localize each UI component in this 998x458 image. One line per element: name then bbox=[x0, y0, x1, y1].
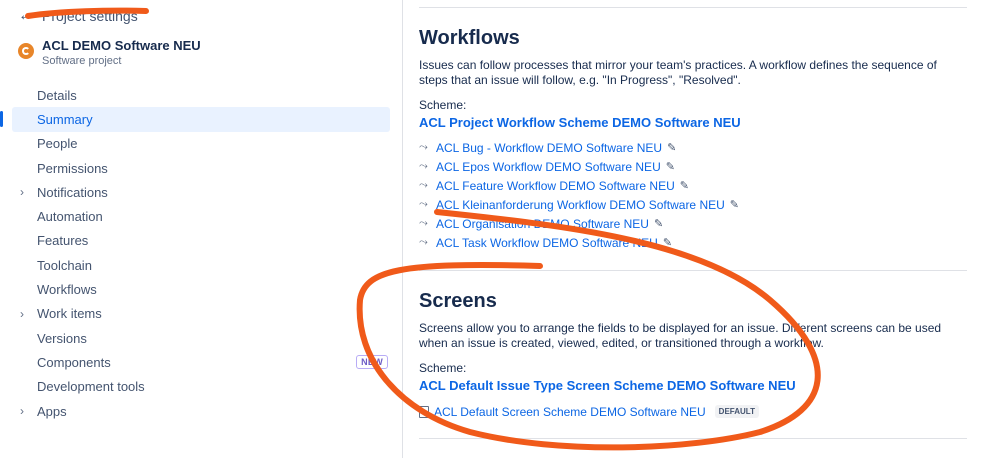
screens-description: Screens allow you to arrange the fields … bbox=[419, 321, 942, 350]
nav-item-permissions[interactable]: Permissions bbox=[0, 156, 402, 180]
workflow-item[interactable]: ⤳ ACL Task Workflow DEMO Software NEU ✎ bbox=[419, 233, 967, 252]
new-badge: NEW bbox=[356, 355, 388, 370]
nav-item-notifications[interactable]: › Notifications bbox=[0, 180, 402, 204]
back-to-project-button[interactable]: ← Project settings bbox=[18, 6, 138, 26]
workflow-icon: ⤳ bbox=[419, 217, 428, 229]
project-avatar bbox=[18, 43, 34, 59]
nav-label: Permissions bbox=[37, 160, 108, 176]
nav-item-components[interactable]: Components NEW bbox=[0, 350, 402, 374]
workflow-item[interactable]: ⤳ ACL Epos Workflow DEMO Software NEU ✎ bbox=[419, 157, 967, 176]
nav-item-details[interactable]: Details bbox=[0, 83, 402, 107]
nav-label: Workflows bbox=[37, 282, 97, 298]
workflow-link[interactable]: ACL Organisation DEMO Software NEU bbox=[436, 217, 649, 231]
workflow-scheme-label: Scheme: bbox=[419, 98, 467, 112]
arrow-left-icon: ← bbox=[18, 7, 34, 24]
nav-item-development-tools[interactable]: Development tools bbox=[0, 375, 402, 399]
workflow-link[interactable]: ACL Kleinanforderung Workflow DEMO Softw… bbox=[436, 198, 725, 212]
project-name: ACL DEMO Software NEU bbox=[42, 38, 201, 53]
screens-title: Screens bbox=[419, 290, 497, 312]
nav-label: Components bbox=[37, 354, 111, 370]
workflow-list: ⤳ ACL Bug - Workflow DEMO Software NEU ✎ ⤳… bbox=[419, 138, 967, 252]
nav-label: Development tools bbox=[37, 379, 145, 395]
workflow-link[interactable]: ACL Feature Workflow DEMO Software NEU bbox=[436, 179, 675, 193]
chevron-right-icon: › bbox=[20, 185, 24, 200]
workflow-item[interactable]: ⤳ ACL Kleinanforderung Workflow DEMO Soft… bbox=[419, 195, 967, 214]
screens-section: Screens Screens allow you to arrange the… bbox=[419, 290, 967, 421]
nav-item-features[interactable]: Features bbox=[0, 229, 402, 253]
screen-link[interactable]: ACL Default Screen Scheme DEMO Software … bbox=[434, 405, 706, 419]
nav-item-workflows[interactable]: Workflows bbox=[0, 277, 402, 301]
workflow-item[interactable]: ⤳ ACL Bug - Workflow DEMO Software NEU ✎ bbox=[419, 138, 967, 157]
nav-label: People bbox=[37, 136, 78, 152]
back-label: Project settings bbox=[42, 8, 138, 24]
edit-icon[interactable]: ✎ bbox=[680, 179, 689, 192]
nav-label: Automation bbox=[37, 209, 103, 225]
nav-label: Summary bbox=[37, 111, 93, 127]
chevron-right-icon: › bbox=[20, 306, 24, 321]
nav-item-people[interactable]: People bbox=[0, 132, 402, 156]
workflow-icon: ⤳ bbox=[419, 179, 428, 191]
workflow-link[interactable]: ACL Epos Workflow DEMO Software NEU bbox=[436, 160, 661, 174]
nav-label: Versions bbox=[37, 330, 87, 346]
screen-item[interactable]: ACL Default Screen Scheme DEMO Software … bbox=[419, 402, 967, 421]
workflow-link[interactable]: ACL Task Workflow DEMO Software NEU bbox=[436, 236, 658, 250]
default-badge: DEFAULT bbox=[714, 405, 759, 418]
sidebar: ← Project settings ACL DEMO Software NEU… bbox=[0, 0, 403, 458]
nav-item-apps[interactable]: › Apps bbox=[0, 399, 402, 423]
nav-label: Toolchain bbox=[37, 257, 92, 273]
edit-icon[interactable]: ✎ bbox=[654, 217, 663, 230]
nav-label: Notifications bbox=[37, 184, 108, 200]
nav-item-summary[interactable]: Summary bbox=[0, 107, 390, 132]
nav-item-work-items[interactable]: › Work items bbox=[0, 302, 402, 326]
workflows-title: Workflows bbox=[419, 27, 520, 49]
workflow-icon: ⤳ bbox=[419, 198, 428, 210]
document-icon bbox=[419, 405, 429, 418]
workflow-item[interactable]: ⤳ ACL Feature Workflow DEMO Software NEU ✎ bbox=[419, 176, 967, 195]
divider bbox=[419, 270, 967, 271]
project-type: Software project bbox=[42, 55, 122, 67]
nav-item-toolchain[interactable]: Toolchain bbox=[0, 253, 402, 277]
workflows-section: Workflows Issues can follow processes th… bbox=[419, 27, 967, 252]
edit-icon[interactable]: ✎ bbox=[663, 236, 672, 249]
workflow-icon: ⤳ bbox=[419, 236, 428, 248]
nav-label: Details bbox=[37, 87, 77, 103]
screen-scheme-link[interactable]: ACL Default Issue Type Screen Scheme DEM… bbox=[419, 378, 967, 393]
settings-nav: Details Summary People Permissions › Noti… bbox=[0, 83, 402, 423]
workflow-link[interactable]: ACL Bug - Workflow DEMO Software NEU bbox=[436, 141, 662, 155]
workflow-scheme-link[interactable]: ACL Project Workflow Scheme DEMO Softwar… bbox=[419, 115, 967, 130]
edit-icon[interactable]: ✎ bbox=[730, 198, 739, 211]
nav-label: Apps bbox=[37, 403, 67, 419]
nav-label: Work items bbox=[37, 306, 102, 322]
workflow-icon: ⤳ bbox=[419, 141, 428, 153]
nav-label: Features bbox=[37, 233, 89, 249]
workflows-description: Issues can follow processes that mirror … bbox=[419, 58, 937, 87]
workflow-icon: ⤳ bbox=[419, 160, 428, 172]
screen-scheme-label: Scheme: bbox=[419, 361, 467, 375]
divider bbox=[419, 7, 967, 8]
edit-icon[interactable]: ✎ bbox=[666, 160, 675, 173]
chevron-right-icon: › bbox=[20, 404, 24, 418]
main-content: Workflows Issues can follow processes th… bbox=[419, 0, 967, 439]
project-header: ACL DEMO Software NEU Software project bbox=[18, 38, 201, 67]
divider bbox=[419, 438, 967, 439]
workflow-item[interactable]: ⤳ ACL Organisation DEMO Software NEU ✎ bbox=[419, 214, 967, 233]
nav-item-automation[interactable]: Automation bbox=[0, 204, 402, 228]
edit-icon[interactable]: ✎ bbox=[667, 141, 676, 154]
nav-item-versions[interactable]: Versions bbox=[0, 326, 402, 350]
